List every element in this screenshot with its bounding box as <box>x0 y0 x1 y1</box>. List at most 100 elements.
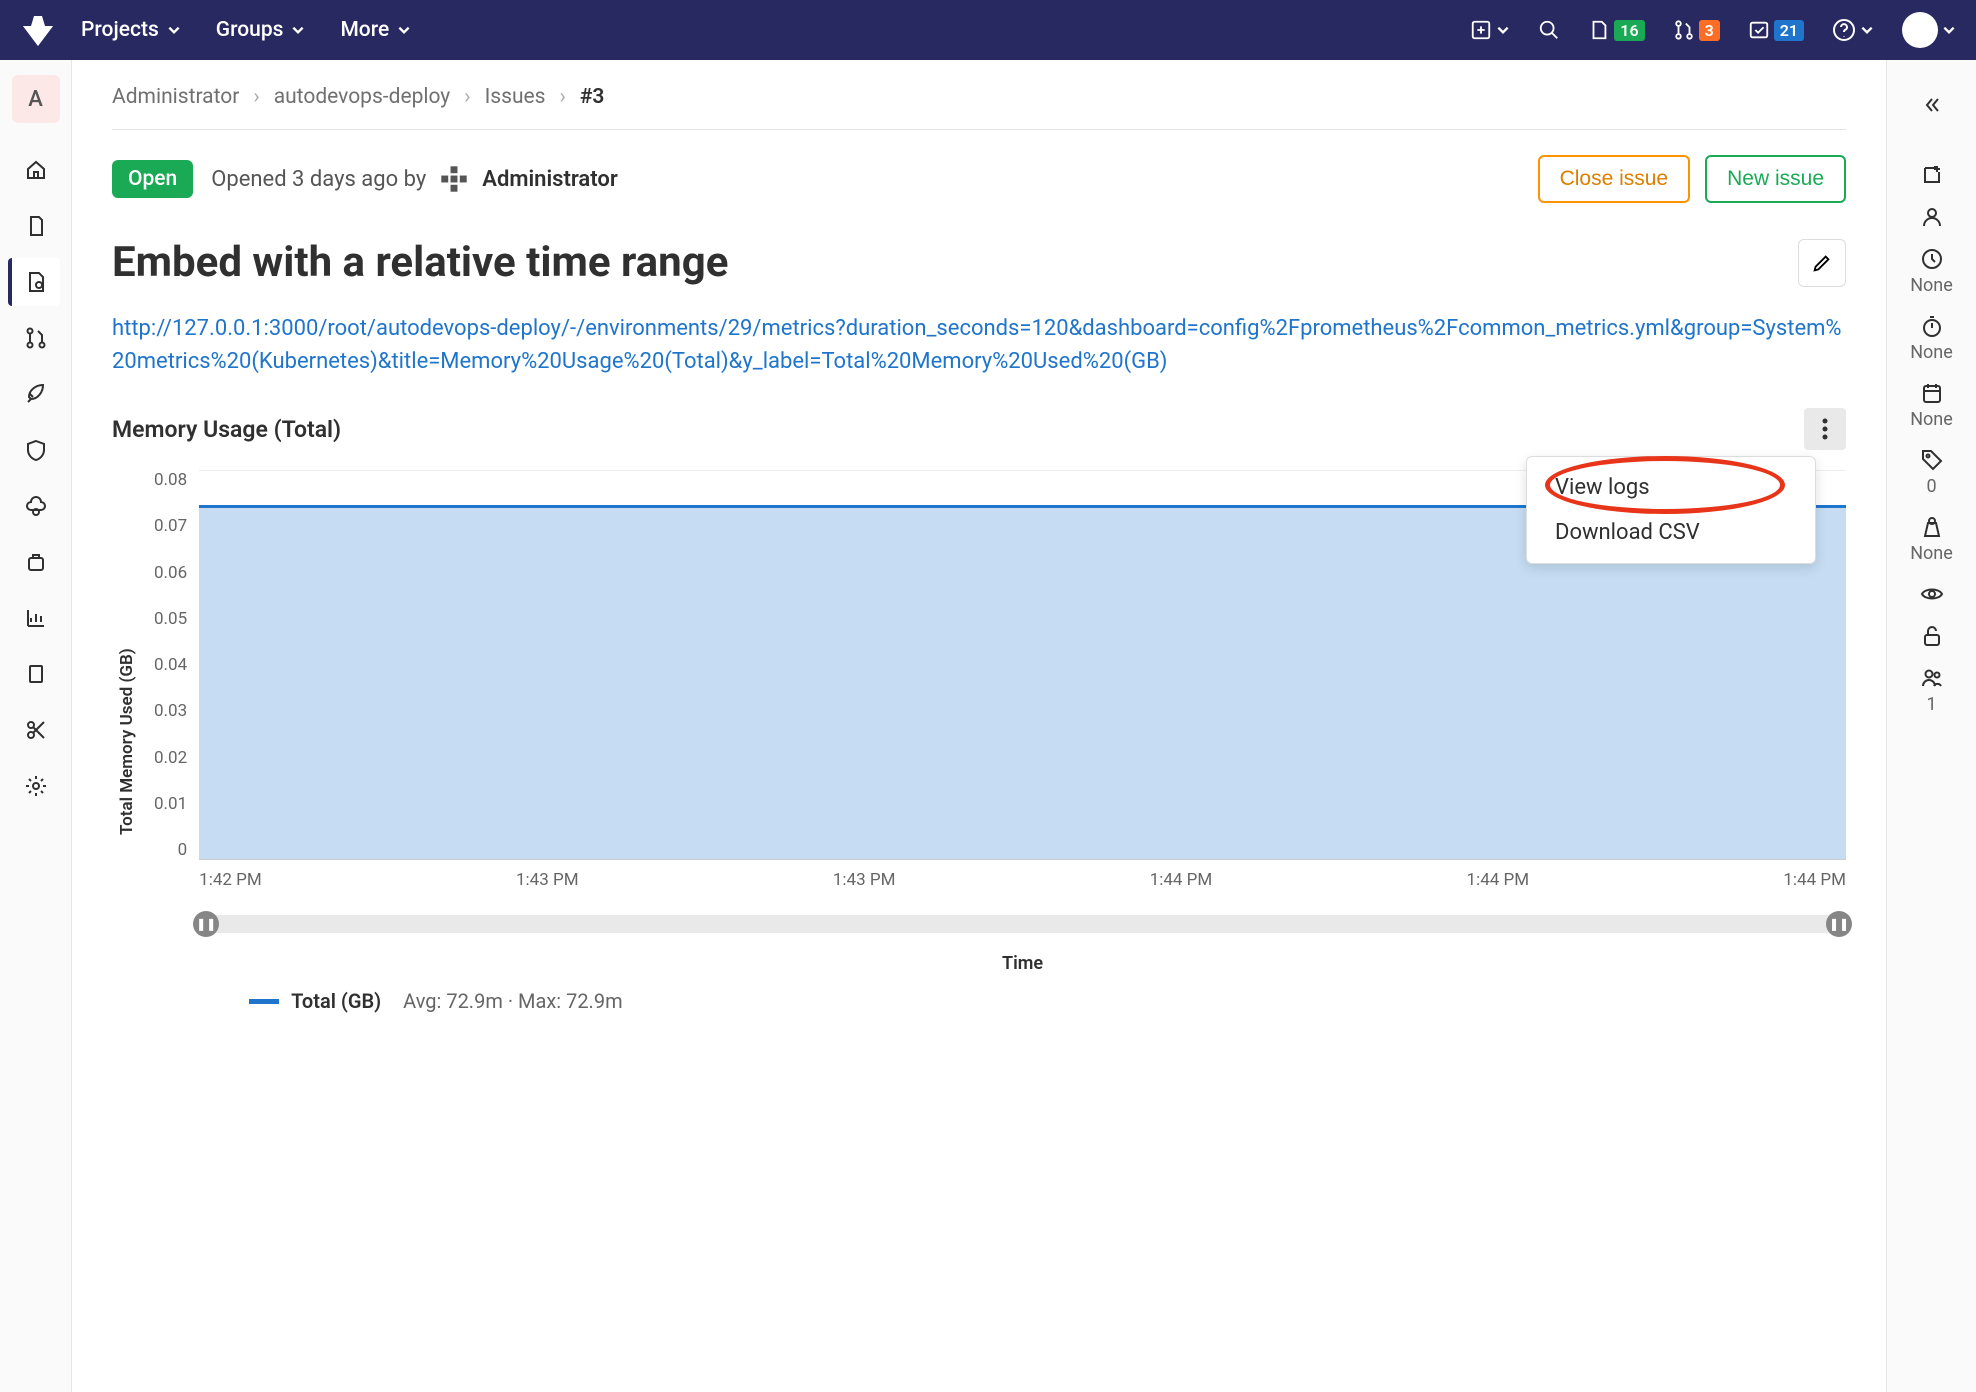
rs-time-tracking[interactable]: None <box>1910 314 1953 363</box>
clock-icon <box>1920 247 1944 271</box>
help-dropdown[interactable] <box>1832 18 1874 42</box>
chevron-down-icon <box>291 23 305 37</box>
nav-projects[interactable]: Projects <box>81 18 181 42</box>
todos-counter[interactable]: 21 <box>1748 19 1804 41</box>
user-menu[interactable] <box>1902 12 1956 48</box>
rs-lock[interactable] <box>1920 624 1944 648</box>
rs-labels[interactable]: 0 <box>1920 448 1944 497</box>
x-axis-label: Time <box>199 953 1846 974</box>
x-tick: 1:44 PM <box>1150 870 1213 890</box>
rs-milestone[interactable]: None <box>1910 247 1953 296</box>
sidebar-packages[interactable] <box>12 538 60 586</box>
divider <box>112 129 1846 130</box>
y-tick: 0.08 <box>154 470 187 490</box>
nav-more[interactable]: More <box>340 18 411 42</box>
breadcrumb-item[interactable]: Administrator <box>112 85 239 109</box>
tag-icon <box>1920 448 1944 472</box>
issue-title: Embed with a relative time range <box>112 238 1798 287</box>
metrics-link[interactable]: http://127.0.0.1:3000/root/autodevops-de… <box>112 312 1846 378</box>
sidebar-analytics[interactable] <box>12 594 60 642</box>
y-tick: 0.04 <box>154 655 187 675</box>
x-tick: 1:42 PM <box>199 870 262 890</box>
chevron-down-icon <box>1860 23 1874 37</box>
x-ticks: 1:42 PM 1:43 PM 1:43 PM 1:44 PM 1:44 PM … <box>199 860 1846 900</box>
y-tick: 0.06 <box>154 563 187 583</box>
issues-counter[interactable]: 16 <box>1588 19 1644 41</box>
breadcrumb-item[interactable]: Issues <box>485 85 546 109</box>
main-content: Administrator › autodevops-deploy › Issues… <box>72 60 1886 1392</box>
rs-weight[interactable]: None <box>1910 515 1953 564</box>
y-axis-label: Total Memory Used (GB) <box>112 470 142 1013</box>
author-avatar[interactable] <box>436 161 472 197</box>
rocket-icon <box>24 382 48 406</box>
sidebar-wiki[interactable] <box>12 650 60 698</box>
view-logs-item[interactable]: View logs <box>1527 465 1815 510</box>
new-issue-button[interactable]: New issue <box>1705 155 1846 203</box>
merge-requests-counter[interactable]: 3 <box>1673 19 1720 41</box>
timeline-scrubber[interactable]: ❚❚ ❚❚ <box>199 915 1846 933</box>
author-name[interactable]: Administrator <box>482 167 617 192</box>
sidebar-home[interactable] <box>12 146 60 194</box>
search-icon <box>1538 19 1560 41</box>
left-sidebar: A <box>0 60 72 1392</box>
rs-participants[interactable]: 1 <box>1920 666 1944 715</box>
sidebar-ci-cd[interactable] <box>12 370 60 418</box>
top-navbar: Projects Groups More 16 3 21 <box>0 0 1976 60</box>
package-icon <box>24 550 48 574</box>
sidebar-snippets[interactable] <box>12 706 60 754</box>
download-csv-item[interactable]: Download CSV <box>1527 510 1815 555</box>
weight-icon <box>1920 515 1944 539</box>
merge-request-icon <box>1673 19 1695 41</box>
rs-label: None <box>1910 275 1953 296</box>
nav-projects-label: Projects <box>81 18 159 42</box>
title-row: Embed with a relative time range <box>112 238 1846 287</box>
shield-icon <box>24 438 48 462</box>
sidebar-settings[interactable] <box>12 762 60 810</box>
nav-groups[interactable]: Groups <box>216 18 306 42</box>
pencil-icon <box>1811 252 1833 274</box>
collapse-sidebar-button[interactable] <box>1912 85 1952 125</box>
cloud-gear-icon <box>24 494 48 518</box>
timeline-handle-right[interactable]: ❚❚ <box>1826 911 1852 937</box>
rs-label: 0 <box>1926 476 1936 497</box>
right-sidebar: None None None 0 None 1 <box>1886 60 1976 1392</box>
breadcrumb-current: #3 <box>580 85 605 109</box>
y-tick: 0.02 <box>154 748 187 768</box>
home-icon <box>24 158 48 182</box>
sidebar-issues[interactable] <box>8 258 60 306</box>
sidebar-merge-requests[interactable] <box>12 314 60 362</box>
close-issue-button[interactable]: Close issue <box>1538 155 1691 203</box>
rs-label: None <box>1910 409 1953 430</box>
rs-assignee[interactable] <box>1920 205 1944 229</box>
file-icon <box>1588 19 1610 41</box>
timeline-handle-left[interactable]: ❚❚ <box>193 911 219 937</box>
todo-icon <box>1748 19 1770 41</box>
todo-badge: 21 <box>1774 20 1804 41</box>
users-icon <box>1920 666 1944 690</box>
breadcrumb-sep: › <box>464 85 470 109</box>
rs-confidentiality[interactable] <box>1920 582 1944 606</box>
legend-name: Total (GB) <box>291 989 381 1013</box>
rs-label: None <box>1910 342 1953 363</box>
edit-button[interactable] <box>1798 239 1846 287</box>
chart-menu-button[interactable] <box>1804 408 1846 450</box>
issues-icon <box>24 270 48 294</box>
rs-add[interactable] <box>1920 163 1944 187</box>
new-dropdown[interactable] <box>1470 19 1510 41</box>
chart-header: Memory Usage (Total) <box>112 408 1846 450</box>
user-icon <box>1920 205 1944 229</box>
y-tick: 0.05 <box>154 609 187 629</box>
gitlab-logo[interactable] <box>20 12 56 48</box>
legend-stats: Avg: 72.9m · Max: 72.9m <box>403 989 622 1013</box>
sidebar-operations[interactable] <box>12 482 60 530</box>
project-avatar[interactable]: A <box>12 75 60 123</box>
y-tick: 0.01 <box>154 794 187 814</box>
search-button[interactable] <box>1538 19 1560 41</box>
stopwatch-icon <box>1920 314 1944 338</box>
sidebar-security[interactable] <box>12 426 60 474</box>
rs-due-date[interactable]: None <box>1910 381 1953 430</box>
sidebar-repository[interactable] <box>12 202 60 250</box>
breadcrumb-item[interactable]: autodevops-deploy <box>274 85 451 109</box>
chart-section: Memory Usage (Total) View logs Download … <box>112 408 1846 1013</box>
breadcrumb-sep: › <box>253 85 259 109</box>
